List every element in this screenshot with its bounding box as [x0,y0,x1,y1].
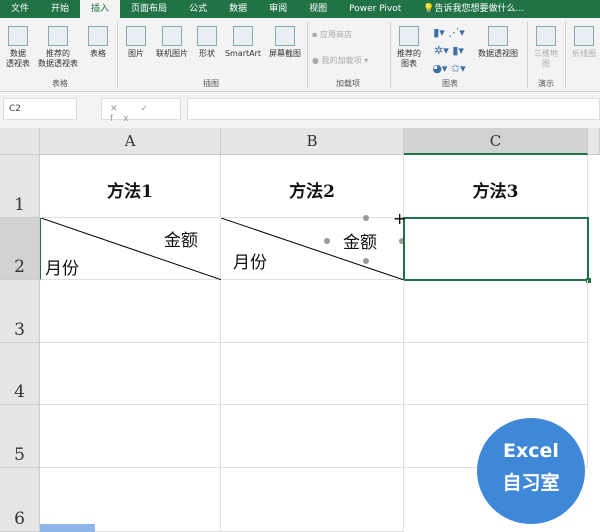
ribbon-tabs: 文件 开始 插入 页面布局 公式 数据 审阅 视图 Power Pivot 💡告… [0,0,600,18]
ribbon: 数据 透视表 推荐的 数据透视表 表格 表格 图片 联机图片 形状 SmartA… [0,18,600,92]
select-all-corner[interactable] [0,128,40,155]
camera-icon [275,26,295,46]
formula-buttons[interactable]: ✕ ✓ fx [101,98,181,124]
pivot-table-button[interactable]: 数据 透视表 [4,26,32,69]
group-label-charts: 图表 [442,79,458,88]
watermark-line2: 自习室 [502,472,560,494]
store-button[interactable]: ▪ 应用商店 [312,30,352,40]
column-header-d[interactable] [588,128,600,155]
resize-handle[interactable] [324,238,330,244]
tab-view[interactable]: 视图 [298,0,338,18]
smartart-button[interactable]: SmartArt [222,26,264,59]
divider [390,22,391,88]
row-header-3[interactable]: 3 [0,280,40,343]
tab-review[interactable]: 审阅 [258,0,298,18]
divider [527,22,528,88]
online-picture-icon [162,26,182,46]
excel-study-room-watermark: Excel 自习室 [477,418,585,524]
header-month-label: 月份 [233,253,267,273]
divider [117,22,118,88]
pivot-table-icon [8,26,28,46]
cell-c1[interactable]: 方法3 [404,155,588,218]
3d-map-button[interactable]: 三维地 图 [531,26,561,69]
smartart-icon [233,26,253,46]
row-header-2[interactable]: 2 [0,218,40,280]
line-sparkline-icon [574,26,594,46]
lightbulb-icon: 💡 [423,4,435,14]
recommended-pivot-button[interactable]: 推荐的 数据透视表 [34,26,82,69]
table-button[interactable]: 表格 [84,26,112,59]
row-header-5[interactable]: 5 [0,405,40,468]
recommended-pivot-icon [48,26,68,46]
header-month-label: 月份 [45,259,79,279]
table-icon [88,26,108,46]
pictures-button[interactable]: 图片 [123,26,149,59]
progress-strip [40,524,95,532]
group-label-illustrations: 插图 [203,79,219,88]
cell-c2-selected[interactable] [403,217,591,283]
my-addins-button[interactable]: ● 我的加载项 ▾ [312,56,368,66]
recommended-charts-button[interactable]: 推荐的 图表 [394,26,424,69]
group-label-tours: 演示 [538,79,554,88]
cell[interactable] [221,405,404,468]
chart-type-buttons[interactable]: ▮▾ ⋰▾ ✲▾ ▮▾ ◕▾ ✩▾ [428,24,470,78]
tab-data[interactable]: 数据 [218,0,258,18]
store-icon: ▪ [312,30,320,39]
tab-page-layout[interactable]: 页面布局 [120,0,178,18]
row-header-4[interactable]: 4 [0,343,40,405]
online-pictures-button[interactable]: 联机图片 [152,26,192,59]
pivot-chart-button[interactable]: 数据透视图 [474,26,522,59]
shapes-icon [197,26,217,46]
tab-home[interactable]: 开始 [40,0,80,18]
resize-handle[interactable] [363,258,369,264]
crosshair-cursor-icon: + [393,209,407,228]
column-header-b[interactable]: B [221,128,404,155]
recommended-chart-icon [399,26,419,46]
group-label-addins: 加载项 [336,79,360,88]
row-header-1[interactable]: 1 [0,155,40,218]
formula-bar: C2 ✕ ✓ fx [0,92,600,128]
resize-handle[interactable] [363,215,369,221]
sparkline-button[interactable]: 折线图 [568,26,600,59]
cell[interactable] [221,343,404,405]
divider [307,22,308,88]
tab-power-pivot[interactable]: Power Pivot [338,0,412,18]
tab-file[interactable]: 文件 [0,0,40,18]
tab-formulas[interactable]: 公式 [178,0,218,18]
textbox-amount[interactable]: 金额 [343,228,377,253]
pivot-chart-icon [488,26,508,46]
group-label-tables: 表格 [52,79,68,88]
screenshot-button[interactable]: 屏幕截图 [265,26,305,59]
shapes-button[interactable]: 形状 [194,26,220,59]
column-header-c[interactable]: C [404,128,588,155]
cell[interactable] [404,280,588,343]
formula-input[interactable] [187,98,600,120]
cell[interactable] [40,343,221,405]
cell-a2[interactable]: 金额 月份 [40,218,222,280]
tell-me-search[interactable]: 💡告诉我您想要做什么... [412,0,535,18]
cell-a1[interactable]: 方法1 [40,155,221,218]
cell[interactable] [404,343,588,405]
header-amount-label: 金额 [164,231,198,251]
picture-icon [126,26,146,46]
tab-insert[interactable]: 插入 [80,0,121,18]
cell[interactable] [221,468,404,532]
3d-map-icon [536,26,556,46]
name-box[interactable]: C2 [3,98,77,120]
watermark-line1: Excel [503,440,559,462]
cell[interactable] [40,468,221,532]
column-header-a[interactable]: A [40,128,221,155]
cell-b2[interactable]: 金额 月份 [221,215,405,280]
cell[interactable] [40,405,221,468]
cell-b1[interactable]: 方法2 [221,155,404,218]
row-header-6[interactable]: 6 [0,468,40,532]
addins-icon: ● [312,56,322,65]
cell[interactable] [40,280,221,343]
cell[interactable] [221,280,404,343]
divider [565,22,566,88]
